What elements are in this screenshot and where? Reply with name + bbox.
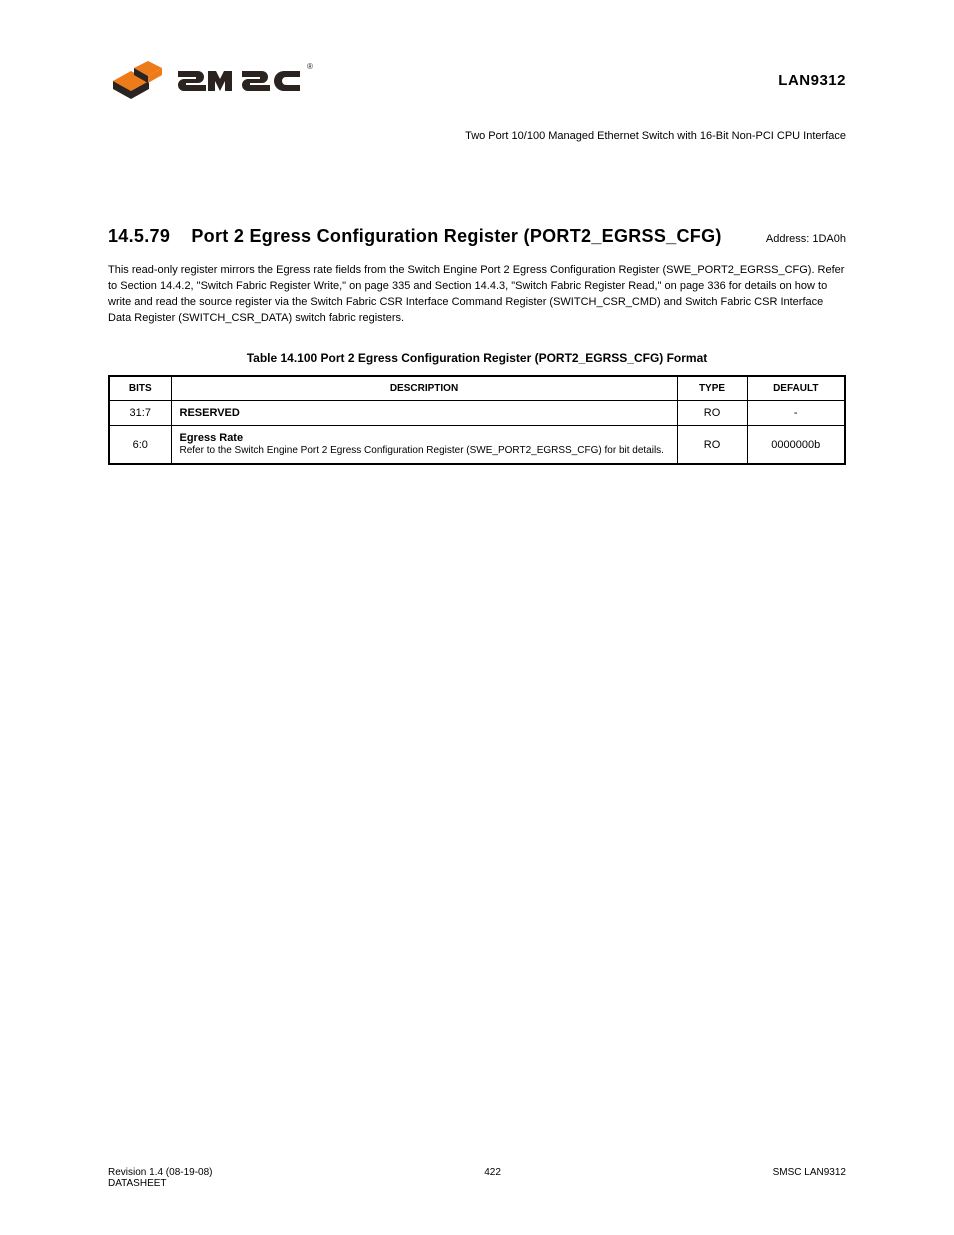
register-table: BITS DESCRIPTION TYPE DEFAULT 31:7 RESER… (108, 375, 846, 466)
doc-subtitle: Two Port 10/100 Managed Ethernet Switch … (108, 130, 846, 142)
svg-text:®: ® (307, 62, 313, 71)
table-header-row: BITS DESCRIPTION TYPE DEFAULT (109, 376, 845, 401)
address-label: Address: (766, 233, 809, 245)
cell-type: RO (677, 425, 747, 464)
doc-id: LAN9312 (778, 72, 846, 89)
brand-logo: ® (108, 59, 318, 101)
section-title: 14.5.79 Port 2 Egress Configuration Regi… (108, 226, 722, 247)
section-paragraph: This read-only register mirrors the Egre… (108, 263, 846, 327)
footer-kind: DATASHEET (108, 1178, 213, 1189)
table-row: 6:0 Egress Rate Refer to the Switch Engi… (109, 425, 845, 464)
page-footer: Revision 1.4 (08-19-08) DATASHEET 422 SM… (108, 1167, 846, 1189)
cell-def: - (747, 400, 845, 425)
section-number: 14.5.79 (108, 226, 170, 246)
cell-type: RO (677, 400, 747, 425)
cell-def: 0000000b (747, 425, 845, 464)
col-desc: DESCRIPTION (171, 376, 677, 401)
smsc-logo-icon: ® (108, 59, 318, 101)
col-def: DEFAULT (747, 376, 845, 401)
table-caption: Table 14.100 Port 2 Egress Configuration… (108, 351, 846, 365)
cell-desc-bold: RESERVED (180, 407, 240, 419)
cell-desc: Egress Rate Refer to the Switch Engine P… (171, 425, 677, 464)
col-bits: BITS (109, 376, 171, 401)
footer-brand: SMSC LAN9312 (773, 1167, 846, 1189)
footer-page: 422 (213, 1167, 773, 1189)
footer-rev: Revision 1.4 (08-19-08) (108, 1167, 213, 1178)
section-heading: Port 2 Egress Configuration Register (PO… (191, 226, 721, 246)
address-value: 1DA0h (812, 233, 846, 245)
col-type: TYPE (677, 376, 747, 401)
cell-bits: 31:7 (109, 400, 171, 425)
cell-desc-sub: Refer to the Switch Engine Port 2 Egress… (180, 444, 669, 458)
cell-bits: 6:0 (109, 425, 171, 464)
cell-desc-bold: Egress Rate (180, 432, 244, 444)
cell-desc: RESERVED (171, 400, 677, 425)
table-row: 31:7 RESERVED RO - (109, 400, 845, 425)
